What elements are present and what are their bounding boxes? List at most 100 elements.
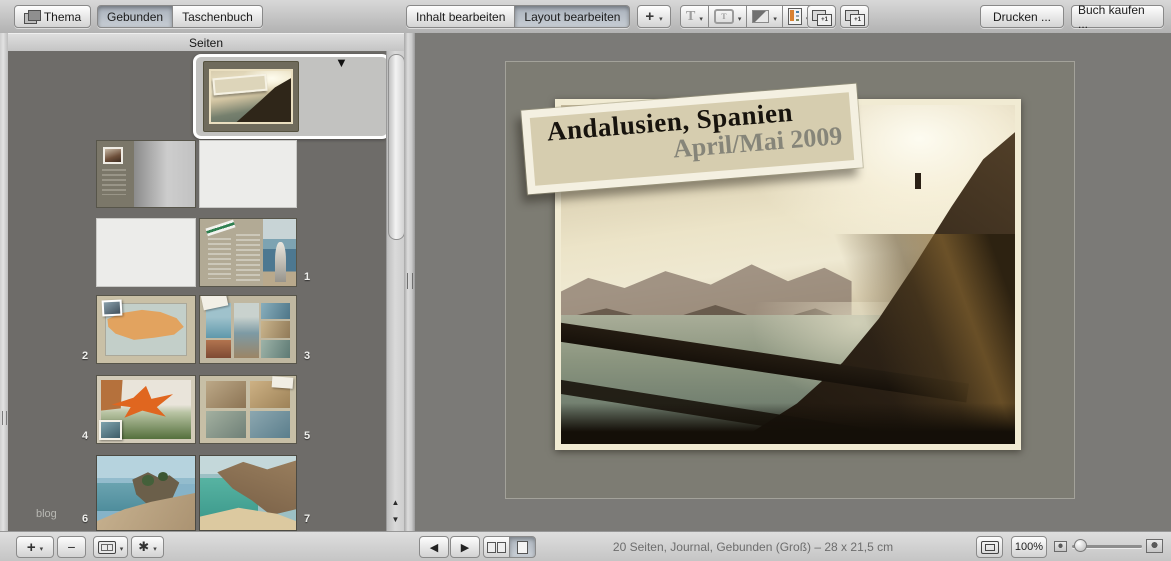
page-number-3: 3 xyxy=(300,350,314,362)
forward-arrow-icon: ▶ xyxy=(461,541,469,554)
chevron-down-icon: ▾ xyxy=(40,546,44,554)
photo-watchtower xyxy=(915,173,921,189)
thumbnail-cover[interactable] xyxy=(203,61,299,132)
page-number-4: 4 xyxy=(78,430,92,442)
page-number-6: 6 xyxy=(78,513,92,525)
page1-photo xyxy=(263,219,296,286)
text-tool-button[interactable]: T ▾ xyxy=(680,5,709,28)
layout-grid-icon xyxy=(98,541,116,554)
page-layout-picker-button[interactable]: ▾ xyxy=(93,536,128,558)
page-number-2: 2 xyxy=(78,350,92,362)
map-stamp-photo xyxy=(101,300,121,317)
scroll-up-icon[interactable]: ▲ xyxy=(387,494,404,511)
thumbnail-page-2[interactable] xyxy=(96,295,196,364)
back-arrow-icon: ◀ xyxy=(430,541,438,554)
grid-photo-tile xyxy=(206,381,246,408)
add-page-button[interactable]: +1 xyxy=(807,5,836,28)
chevron-down-icon: ▾ xyxy=(120,546,124,554)
zoom-slider-thumb[interactable] xyxy=(1074,539,1087,552)
plus-icon: + xyxy=(27,539,36,556)
textbox-icon: T xyxy=(714,9,734,24)
grid-photo-tile xyxy=(206,411,246,438)
scrollbar-thumb[interactable] xyxy=(388,54,405,240)
cover-selection[interactable]: ▼ xyxy=(193,54,386,139)
add-page-icon: +1 xyxy=(812,10,831,24)
zoom-out-photo-icon xyxy=(1054,541,1067,552)
tab-taschenbuch-label: Taschenbuch xyxy=(182,10,253,24)
thumbnail-page-5[interactable] xyxy=(199,375,297,444)
remove-page-button[interactable]: − xyxy=(57,536,86,558)
thumbnail-blank-right[interactable] xyxy=(199,140,297,208)
tab-layout-bearbeiten[interactable]: Layout bearbeiten xyxy=(515,5,630,28)
collage-tile xyxy=(206,340,231,357)
thumbnail-page-7[interactable] xyxy=(199,455,297,531)
main-status-bar: ◀ ▶ 20 Seiten, Journal, Gebunden (Groß) … xyxy=(415,531,1171,561)
sidebar-header-label: Seiten xyxy=(189,36,223,50)
binding-format-tabs: Gebunden Taschenbuch xyxy=(97,5,263,28)
text-column-1 xyxy=(208,238,231,280)
book-cover-canvas: Andalusien, Spanien April/Mai 2009 xyxy=(505,61,1075,499)
label-card-graphic xyxy=(272,377,294,389)
plus-icon: + xyxy=(645,8,654,25)
grid-photo-tile xyxy=(250,411,290,438)
person-silhouette xyxy=(275,242,285,282)
thumbnail-blank-left[interactable] xyxy=(96,218,196,287)
background-fill-icon xyxy=(752,10,769,23)
textbox-tool-button[interactable]: T ▾ xyxy=(709,5,748,28)
book-preview-area: Andalusien, Spanien April/Mai 2009 xyxy=(415,33,1171,531)
flap-panel xyxy=(97,141,134,207)
tab-inhalt-bearbeiten[interactable]: Inhalt bearbeiten xyxy=(406,5,515,28)
next-page-button[interactable]: ▶ xyxy=(450,536,480,558)
chevron-down-icon: ▾ xyxy=(738,16,742,24)
minus-icon: − xyxy=(67,539,75,555)
sidebar-scrollbar[interactable]: ▲ ▼ xyxy=(386,51,405,531)
pane-splitter[interactable] xyxy=(404,33,415,531)
zoom-level-button[interactable]: 100% xyxy=(1011,536,1047,558)
thumbnail-page-1[interactable] xyxy=(199,218,297,287)
sidebar-header: Seiten xyxy=(8,33,404,53)
page-number-7: 7 xyxy=(300,513,314,525)
add-pages-button[interactable]: +1 xyxy=(840,5,869,28)
thema-button-label: Thema xyxy=(44,10,81,24)
thumbnail-page-3[interactable] xyxy=(199,295,297,364)
photo-foreground-layer xyxy=(561,403,1015,444)
thumbnail-page-4[interactable] xyxy=(96,375,196,444)
tab-taschenbuch[interactable]: Taschenbuch xyxy=(173,5,263,28)
scroll-down-icon[interactable]: ▼ xyxy=(387,511,404,528)
collage-tile xyxy=(234,303,259,358)
collage-tile xyxy=(261,340,290,357)
tab-gebunden[interactable]: Gebunden xyxy=(97,5,173,28)
cover-thumb-photo xyxy=(209,69,293,124)
thumbnail-page-6[interactable] xyxy=(96,455,196,531)
previous-page-button[interactable]: ◀ xyxy=(419,536,449,558)
inset-photo xyxy=(99,420,123,440)
tab-inhalt-label: Inhalt bearbeiten xyxy=(416,10,505,24)
buch-kaufen-button[interactable]: Buch kaufen ... xyxy=(1071,5,1164,28)
tab-gebunden-label: Gebunden xyxy=(107,10,163,24)
thumbnail-inside-cover[interactable] xyxy=(96,140,196,208)
pages-thumbnail-list: ▼ xyxy=(8,51,386,531)
book-status-text: 20 Seiten, Journal, Gebunden (Groß) – 28… xyxy=(555,540,951,554)
gear-icon: ✱ xyxy=(138,539,149,555)
add-item-button[interactable]: + ▾ xyxy=(637,5,671,28)
background-tool-button[interactable]: ▾ xyxy=(747,5,783,28)
drucken-button[interactable]: Drucken ... xyxy=(980,5,1064,28)
splitter-grab-handle[interactable] xyxy=(407,273,413,289)
settings-gear-button[interactable]: ✱ ▾ xyxy=(131,536,164,558)
thema-button[interactable]: Thema xyxy=(14,5,91,28)
flap-text-lines xyxy=(102,169,126,195)
tab-layout-label: Layout bearbeiten xyxy=(524,10,620,24)
buch-kaufen-button-label: Buch kaufen ... xyxy=(1078,3,1157,31)
collage-tile xyxy=(261,303,290,319)
tree-blob xyxy=(142,475,154,485)
zoom-level-label: 100% xyxy=(1015,541,1043,553)
fit-to-window-button[interactable] xyxy=(976,536,1003,558)
chevron-down-icon: ▾ xyxy=(699,16,703,24)
add-page-bottom-button[interactable]: + ▾ xyxy=(16,536,54,558)
chevron-down-icon: ▾ xyxy=(659,16,663,24)
theme-stack-icon xyxy=(24,10,40,23)
spread-view-button[interactable] xyxy=(483,536,510,558)
left-pane-grab-handle[interactable] xyxy=(2,411,7,425)
disclosure-triangle-icon[interactable]: ▼ xyxy=(335,56,348,69)
single-page-view-button[interactable] xyxy=(509,536,536,558)
